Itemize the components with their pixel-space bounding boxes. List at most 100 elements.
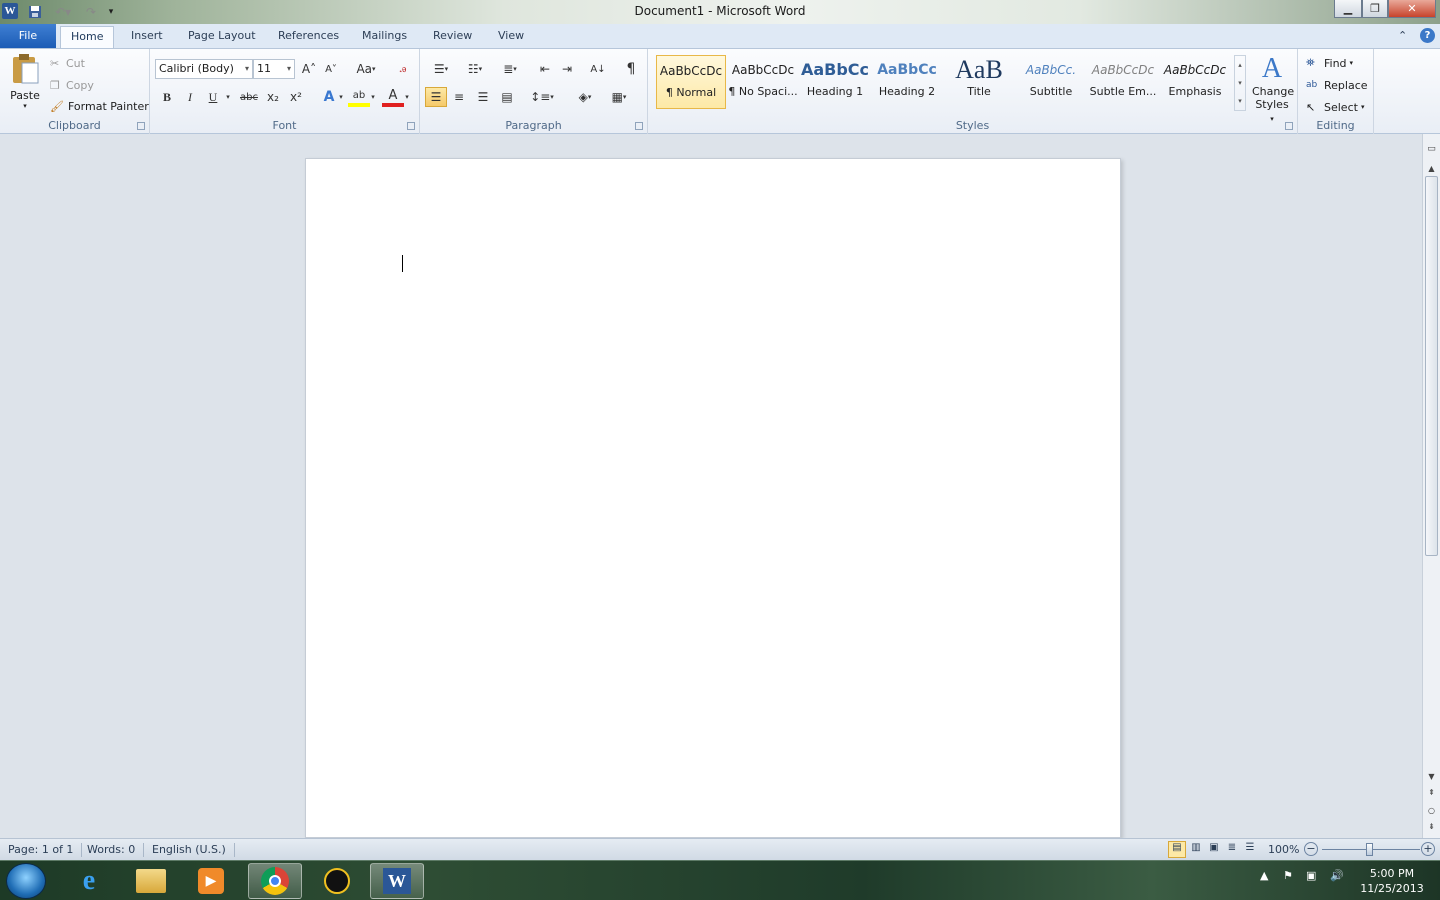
paste-dropdown-icon[interactable]: ▾	[23, 102, 27, 110]
network-icon[interactable]: ▣	[1306, 869, 1316, 882]
line-spacing-button[interactable]: ↕≡ ▾	[528, 87, 556, 107]
tab-references[interactable]: References	[268, 26, 349, 48]
full-screen-reading-icon[interactable]: ▥	[1188, 842, 1204, 853]
shrink-font-button[interactable]: A˅	[320, 59, 342, 79]
style-normal[interactable]: AaBbCcDc ¶ Normal	[656, 55, 726, 109]
grow-font-button[interactable]: A˄	[298, 59, 320, 79]
tab-insert[interactable]: Insert	[121, 26, 173, 48]
style-heading-2[interactable]: AaBbCc Heading 2	[872, 55, 942, 109]
tab-view[interactable]: View	[488, 26, 534, 48]
document-page[interactable]	[305, 158, 1121, 838]
close-button[interactable]: ✕	[1388, 0, 1436, 18]
text-effects-dropdown-icon[interactable]: ▾	[336, 87, 346, 107]
vertical-scrollbar[interactable]: ▭ ▲ ▼ ⇞ ○ ⇟	[1422, 134, 1440, 838]
restore-button[interactable]: ❐	[1362, 0, 1388, 18]
justify-icon[interactable]: ▤	[496, 87, 518, 107]
borders-button[interactable]: ▦ ▾	[604, 87, 634, 107]
style-emphasis[interactable]: AaBbCcDc Emphasis	[1160, 55, 1230, 109]
style-title[interactable]: AaB Title	[944, 55, 1014, 109]
minimize-button[interactable]: ▁	[1334, 0, 1362, 18]
font-family-select[interactable]: Calibri (Body) ▾	[155, 59, 253, 79]
numbering-button[interactable]: ☷ ▾	[460, 59, 490, 79]
find-button[interactable]: ⛯ Find ▾	[1306, 54, 1353, 72]
styles-launcher-icon[interactable]	[1285, 122, 1293, 130]
ruler-toggle-icon[interactable]: ▭	[1423, 142, 1440, 156]
scroll-down-arrow-icon[interactable]: ▼	[1423, 770, 1440, 784]
tab-file[interactable]: File	[0, 24, 56, 48]
tab-mailings[interactable]: Mailings	[352, 26, 417, 48]
browse-object-icon[interactable]: ○	[1423, 804, 1440, 818]
draft-icon[interactable]: ☰	[1242, 842, 1258, 853]
clear-formatting-icon[interactable]: ꭿ	[392, 59, 414, 79]
style-heading-1[interactable]: AaBbCc Heading 1	[800, 55, 870, 109]
show-formatting-marks-button[interactable]: ¶	[620, 59, 642, 79]
highlight-button[interactable]: ab	[348, 87, 370, 107]
style-subtle-emphasis[interactable]: AaBbCcDc Subtle Em...	[1088, 55, 1158, 109]
word-taskbar-icon[interactable]: W	[370, 863, 424, 899]
font-color-dropdown-icon[interactable]: ▾	[402, 87, 412, 107]
previous-page-icon[interactable]: ⇞	[1423, 786, 1440, 800]
font-color-button[interactable]: A	[382, 87, 404, 107]
zoom-in-icon[interactable]: +	[1421, 842, 1435, 856]
styles-gallery-scroll[interactable]: ▴ ▾ ▾	[1234, 55, 1246, 111]
superscript-button[interactable]: x²	[285, 87, 307, 107]
bold-button[interactable]: B	[156, 87, 178, 107]
chrome-icon[interactable]	[248, 863, 302, 899]
style-subtitle[interactable]: AaBbCc. Subtitle	[1016, 55, 1086, 109]
paragraph-launcher-icon[interactable]	[635, 122, 643, 130]
style-no-spacing[interactable]: AaBbCcDc ¶ No Spaci...	[728, 55, 798, 109]
tab-home[interactable]: Home	[60, 26, 115, 49]
sort-button[interactable]: A↓	[587, 59, 609, 79]
font-launcher-icon[interactable]	[407, 122, 415, 130]
help-icon[interactable]: ?	[1420, 28, 1435, 43]
app-icon[interactable]	[310, 863, 364, 899]
file-explorer-icon[interactable]	[124, 863, 178, 899]
system-clock[interactable]: 5:00 PM 11/25/2013	[1352, 866, 1432, 896]
minimize-ribbon-icon[interactable]: ⌃	[1398, 26, 1407, 48]
cut-button[interactable]: ✂ Cut	[50, 54, 85, 72]
bullets-button[interactable]: ☰ ▾	[426, 59, 456, 79]
scroll-up-arrow-icon[interactable]: ▲	[1423, 162, 1440, 176]
multilevel-list-button[interactable]: ≣ ▾	[495, 59, 525, 79]
align-center-icon[interactable]: ≡	[448, 87, 470, 107]
show-hidden-icons-icon[interactable]: ▲	[1260, 869, 1268, 882]
language-indicator[interactable]: English (U.S.)	[152, 843, 235, 857]
shading-button[interactable]: ◈ ▾	[570, 87, 600, 107]
format-painter-button[interactable]: 🖌 Format Painter	[50, 97, 149, 115]
replace-button[interactable]: ab Replace	[1306, 76, 1368, 94]
tab-page-layout[interactable]: Page Layout	[178, 26, 266, 48]
web-layout-icon[interactable]: ▣	[1206, 842, 1222, 853]
italic-button[interactable]: I	[179, 87, 201, 107]
decrease-indent-icon[interactable]: ⇤	[534, 59, 556, 79]
scrollbar-thumb[interactable]	[1425, 176, 1438, 556]
underline-dropdown-icon[interactable]: ▾	[222, 87, 234, 107]
action-center-flag-icon[interactable]: ⚑	[1283, 869, 1293, 882]
tab-review[interactable]: Review	[423, 26, 482, 48]
zoom-level[interactable]: 100%	[1268, 843, 1299, 856]
copy-button[interactable]: ❐ Copy	[50, 76, 94, 94]
change-case-button[interactable]: Aa ▾	[352, 59, 380, 79]
highlight-dropdown-icon[interactable]: ▾	[368, 87, 378, 107]
next-page-icon[interactable]: ⇟	[1423, 820, 1440, 834]
media-player-icon[interactable]: ▶	[184, 863, 238, 899]
start-button[interactable]	[6, 863, 46, 899]
align-left-icon[interactable]: ☰	[425, 87, 447, 107]
internet-explorer-icon[interactable]: e	[62, 863, 116, 899]
paste-button[interactable]: Paste ▾	[6, 53, 44, 115]
volume-icon[interactable]: 🔊	[1330, 869, 1344, 882]
zoom-out-icon[interactable]: −	[1304, 842, 1318, 856]
word-count[interactable]: Words: 0	[87, 843, 145, 857]
outline-icon[interactable]: ≣	[1224, 842, 1240, 853]
page-count[interactable]: Page: 1 of 1	[8, 843, 83, 857]
print-layout-icon[interactable]: ▤	[1168, 841, 1186, 858]
clipboard-launcher-icon[interactable]	[137, 122, 145, 130]
underline-button[interactable]: U	[202, 87, 224, 107]
increase-indent-icon[interactable]: ⇥	[556, 59, 578, 79]
zoom-slider-handle[interactable]	[1366, 843, 1373, 856]
font-size-select[interactable]: 11 ▾	[253, 59, 295, 79]
subscript-button[interactable]: x₂	[262, 87, 284, 107]
change-styles-button[interactable]: A Change Styles ▾	[1252, 53, 1294, 123]
align-right-icon[interactable]: ☰	[472, 87, 494, 107]
select-button[interactable]: ↖ Select ▾	[1306, 98, 1364, 116]
strikethrough-button[interactable]: abc	[238, 87, 260, 107]
